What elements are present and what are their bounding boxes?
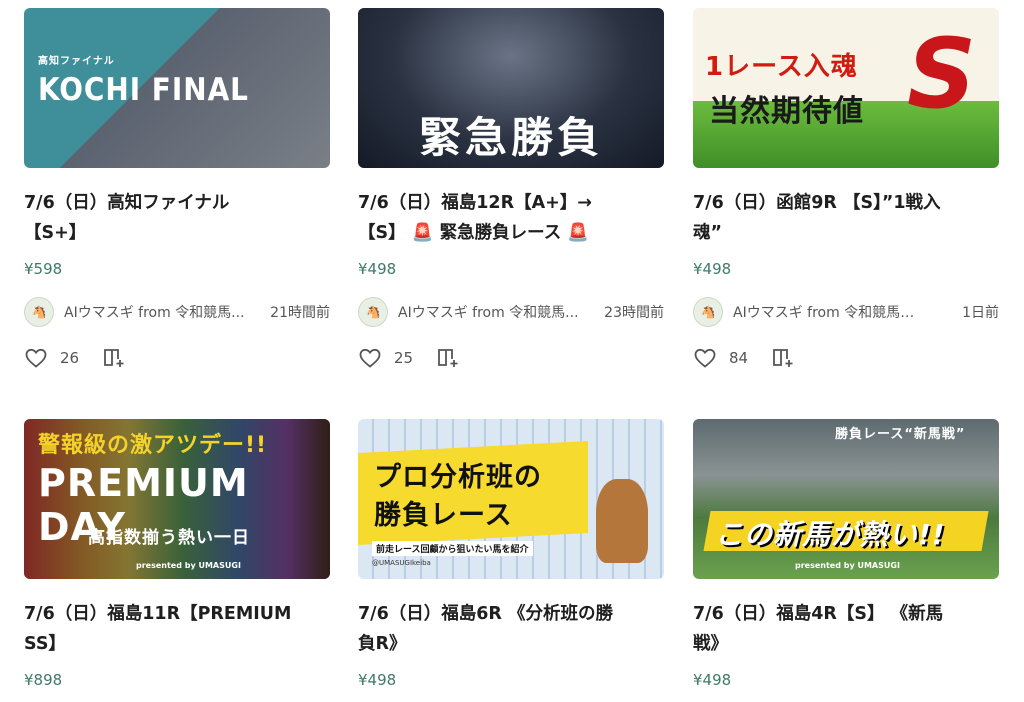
heart-icon[interactable] bbox=[358, 346, 382, 370]
article-card[interactable]: 緊急勝負 7/6（日）福島12R【A+】→ 【S】 🚨 緊急勝負レース 🚨 ¥4… bbox=[358, 8, 664, 368]
author-row[interactable]: 🐴 AIウマスギ from 令和競馬... 23時間前 bbox=[358, 296, 664, 328]
thumbnail-image[interactable]: 勝負レース“新馬戦” この新馬が熱い!! presented by UMASUG… bbox=[693, 419, 999, 579]
timestamp: 1日前 bbox=[962, 305, 999, 321]
article-card[interactable]: 1レース入魂 当然期待値 S 7/6（日）函館9R 【S】”1戦入 魂” ¥49… bbox=[693, 8, 999, 368]
article-title[interactable]: 7/6（日）高知ファイナル 【S+】 bbox=[24, 188, 330, 248]
price: ¥498 bbox=[358, 671, 397, 689]
thumbnail-subtitle: 高知ファイナル bbox=[38, 56, 115, 67]
thumbnail-heading: KOCHI FINAL bbox=[38, 72, 249, 108]
thumbnail-credit: presented by UMASUGI bbox=[795, 561, 900, 570]
article-card[interactable]: 高知ファイナル KOCHI FINAL 7/6（日）高知ファイナル 【S+】 ¥… bbox=[24, 8, 330, 368]
thumbnail-heading-line2: 勝負レース bbox=[374, 500, 513, 531]
author-name[interactable]: AIウマスギ from 令和競馬研... bbox=[733, 302, 921, 322]
article-title[interactable]: 7/6（日）福島12R【A+】→ 【S】 🚨 緊急勝負レース 🚨 bbox=[358, 188, 664, 248]
heart-icon[interactable] bbox=[24, 346, 48, 370]
add-to-magazine-icon[interactable] bbox=[771, 346, 795, 370]
like-count: 84 bbox=[729, 349, 749, 367]
timestamp: 21時間前 bbox=[270, 305, 330, 321]
thumbnail-heading-line1: プロ分析班の bbox=[374, 462, 542, 493]
avatar[interactable]: 🐴 bbox=[693, 297, 723, 327]
thumbnail-badge: S bbox=[907, 18, 978, 130]
thumbnail-heading-line1: 1レース入魂 bbox=[705, 52, 858, 82]
article-card[interactable]: 警報級の激アツデー!! PREMIUM DAY 高指数揃う熱い一日 presen… bbox=[24, 419, 330, 689]
price: ¥598 bbox=[24, 260, 63, 278]
action-row: 84 bbox=[693, 344, 795, 372]
add-to-magazine-icon[interactable] bbox=[436, 346, 460, 370]
article-card[interactable]: 勝負レース“新馬戦” この新馬が熱い!! presented by UMASUG… bbox=[693, 419, 999, 689]
thumbnail-image[interactable]: 高知ファイナル KOCHI FINAL bbox=[24, 8, 330, 168]
price: ¥498 bbox=[358, 260, 397, 278]
article-card[interactable]: プロ分析班の 勝負レース 前走レース回顧から狙いたい馬を紹介 @UMASUGIk… bbox=[358, 419, 664, 689]
heart-icon[interactable] bbox=[693, 346, 717, 370]
price: ¥498 bbox=[693, 260, 732, 278]
like-count: 25 bbox=[394, 349, 414, 367]
thumbnail-image[interactable]: 警報級の激アツデー!! PREMIUM DAY 高指数揃う熱い一日 presen… bbox=[24, 419, 330, 579]
add-to-magazine-icon[interactable] bbox=[102, 346, 126, 370]
author-name[interactable]: AIウマスギ from 令和競馬... bbox=[64, 302, 252, 322]
price: ¥498 bbox=[693, 671, 732, 689]
avatar[interactable]: 🐴 bbox=[24, 297, 54, 327]
price: ¥898 bbox=[24, 671, 63, 689]
article-title[interactable]: 7/6（日）福島6R 《分析班の勝 負R》 bbox=[358, 599, 664, 659]
article-title[interactable]: 7/6（日）福島4R【S】 《新馬 戦》 bbox=[693, 599, 999, 659]
thumbnail-handle: @UMASUGIkeiba bbox=[372, 559, 431, 567]
thumbnail-credit: presented by UMASUGI bbox=[136, 561, 241, 570]
author-row[interactable]: 🐴 AIウマスギ from 令和競馬研... 1日前 bbox=[693, 296, 999, 328]
thumbnail-image[interactable]: 緊急勝負 bbox=[358, 8, 664, 168]
author-name[interactable]: AIウマスギ from 令和競馬... bbox=[398, 302, 586, 322]
thumbnail-tagline: 勝負レース“新馬戦” bbox=[835, 427, 966, 442]
thumbnail-heading: この新馬が熱い!! bbox=[715, 518, 946, 551]
thumbnail-heading: 緊急勝負 bbox=[418, 113, 603, 162]
thumbnail-image[interactable]: プロ分析班の 勝負レース 前走レース回顧から狙いたい馬を紹介 @UMASUGIk… bbox=[358, 419, 664, 579]
action-row: 26 bbox=[24, 344, 126, 372]
thumbnail-subtitle: 高指数揃う熱い一日 bbox=[88, 528, 250, 548]
article-title[interactable]: 7/6（日）福島11R【PREMIUM SS】 bbox=[24, 599, 330, 659]
avatar[interactable]: 🐴 bbox=[358, 297, 388, 327]
like-count: 26 bbox=[60, 349, 80, 367]
thumbnail-image[interactable]: 1レース入魂 当然期待値 S bbox=[693, 8, 999, 168]
article-title[interactable]: 7/6（日）函館9R 【S】”1戦入 魂” bbox=[693, 188, 999, 248]
action-row: 25 bbox=[358, 344, 460, 372]
thumbnail-caption: 前走レース回顧から狙いたい馬を紹介 bbox=[372, 541, 533, 556]
author-row[interactable]: 🐴 AIウマスギ from 令和競馬... 21時間前 bbox=[24, 296, 330, 328]
thumbnail-heading-line2: 当然期待値 bbox=[709, 94, 864, 129]
thumbnail-tagline: 警報級の激アツデー!! bbox=[38, 433, 268, 458]
horse-mascot-icon bbox=[596, 479, 648, 563]
timestamp: 23時間前 bbox=[604, 305, 664, 321]
